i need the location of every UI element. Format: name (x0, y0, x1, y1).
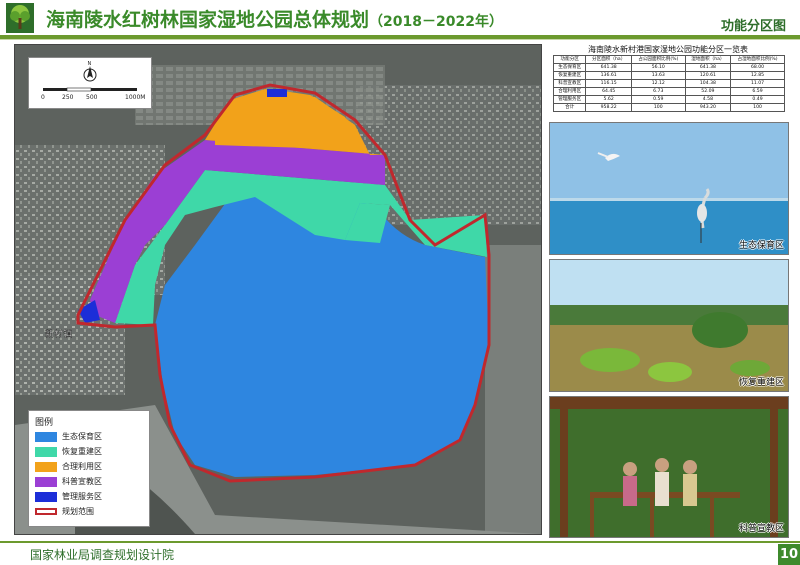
table-cell: 生态保育区 (552, 63, 587, 72)
table-cell: 943.20 (684, 103, 732, 112)
photo-caption: 生态保育区 (738, 241, 784, 251)
zoning-map: 新村镇 N 0 250 500 1000M 图例 生态保育区 恢复重建区 合理利… (14, 44, 542, 535)
table-cell: 12.12 (630, 79, 686, 88)
legend-label: 恢复重建区 (62, 447, 102, 456)
legend-item-education: 科普宣教区 (35, 476, 102, 487)
egret-photo-image (550, 123, 788, 254)
legend-item-management: 管理服务区 (35, 491, 102, 502)
zoning-table-panel: 海南陵水新村港国家湿地公园功能分区一览表 功能分区 分区面积（ha） 占公园面积… (549, 44, 787, 118)
legend-swatch (35, 446, 57, 457)
table-cell: 958.22 (585, 103, 632, 112)
zone-management-north (267, 89, 287, 97)
table-cell: 4.58 (684, 95, 732, 104)
legend-swatch (35, 491, 57, 502)
header-rule-thin (0, 39, 800, 40)
table-row: 科普宣教区 116.15 12.12 104.38 11.07 (552, 79, 785, 88)
scale-tick-250: 250 (62, 94, 74, 101)
table-cell: 6.59 (730, 87, 785, 96)
table-row-total: 合计 958.22 100 943.20 100 (552, 103, 785, 112)
page-title: 海南陵水红树林国家湿地公园总体规划（2018－2022年） (46, 5, 503, 32)
table-header: 湿地面积（ha） (684, 55, 732, 64)
table-cell: 0.49 (730, 95, 785, 104)
header: 海南陵水红树林国家湿地公园总体规划（2018－2022年） 功能分区图 (0, 0, 800, 37)
legend-swatch (35, 508, 57, 515)
scale-tick-500: 500 (86, 94, 98, 101)
table-title: 海南陵水新村港国家湿地公园功能分区一览表 (588, 45, 748, 54)
table-cell: 恢复重建区 (552, 71, 587, 80)
section-title: 功能分区图 (720, 19, 786, 34)
legend-item-ecological: 生态保育区 (35, 431, 102, 442)
table-cell: 11.07 (730, 79, 785, 88)
table-cell: 120.61 (684, 71, 732, 80)
table-cell: 104.38 (684, 79, 732, 88)
table-cell: 56.10 (630, 63, 686, 72)
scale-tick-0: 0 (41, 94, 45, 101)
table-row: 生态保育区 641.38 56.10 641.38 68.00 (552, 63, 785, 72)
legend-swatch (35, 476, 57, 487)
town-label: 新村镇 (45, 328, 72, 340)
title-years: （2018－2022年） (369, 14, 503, 30)
birdwatching-photo-image (550, 397, 788, 537)
map-legend: 图例 生态保育区 恢复重建区 合理利用区 科普宣教区 管理服务区 规划范围 (28, 410, 150, 527)
footer-rule (0, 541, 800, 543)
legend-label: 规划范围 (62, 507, 94, 516)
photo-restoration: 恢复重建区 (549, 259, 789, 392)
legend-label: 科普宣教区 (62, 477, 102, 486)
table-header: 分区面积（ha） (585, 55, 632, 64)
table-cell: 管理服务区 (552, 95, 587, 104)
table-cell: 合计 (552, 103, 587, 112)
tree-logo-icon (6, 3, 34, 33)
legend-swatch (35, 461, 57, 472)
table-cell: 5.62 (585, 95, 632, 104)
legend-swatch (35, 431, 57, 442)
sea-east (485, 245, 541, 534)
table-cell: 641.38 (585, 63, 632, 72)
north-label: N (88, 61, 92, 67)
table-cell: 科普宣教区 (552, 79, 587, 88)
table-row: 恢复重建区 136.61 13.63 120.61 12.85 (552, 71, 785, 80)
table-header-row: 功能分区 分区面积（ha） 占公园面积比例(%) 湿地面积（ha） 占湿地面积比… (552, 55, 785, 64)
legend-label: 生态保育区 (62, 432, 102, 441)
table-cell: 136.61 (585, 71, 632, 80)
table-cell: 13.63 (630, 71, 686, 80)
table-cell: 52.09 (684, 87, 732, 96)
legend-label: 管理服务区 (62, 492, 102, 501)
table-cell: 合理利用区 (552, 87, 587, 96)
table-cell: 0.59 (630, 95, 686, 104)
photo-ecological-conservation: 生态保育区 (549, 122, 789, 255)
table-header: 占公园面积比例(%) (630, 55, 686, 64)
photo-science-education: 科普宣教区 (549, 396, 789, 538)
table-cell: 12.85 (730, 71, 785, 80)
legend-title: 图例 (35, 418, 54, 428)
north-arrow-scalebar: N 0 250 500 1000M (28, 57, 152, 109)
table-cell: 100 (630, 103, 686, 112)
table-cell: 100 (730, 103, 785, 112)
scale-tick-1000: 1000M (125, 94, 145, 101)
north-arrow-icon: N 0 250 500 1000M (41, 61, 145, 101)
table-header: 占湿地面积比例(%) (730, 55, 785, 64)
table-cell: 68.00 (730, 63, 785, 72)
table-cell: 6.73 (630, 87, 686, 96)
table-row: 管理服务区 5.62 0.59 4.58 0.49 (552, 95, 785, 104)
zoning-table: 功能分区 分区面积（ha） 占公园面积比例(%) 湿地面积（ha） 占湿地面积比… (552, 55, 785, 112)
legend-item-utilization: 合理利用区 (35, 461, 102, 472)
title-main: 海南陵水红树林国家湿地公园总体规划 (46, 9, 370, 31)
table-row: 合理利用区 64.45 6.73 52.09 6.59 (552, 87, 785, 96)
mangrove-photo-image (550, 260, 788, 391)
photo-caption: 恢复重建区 (738, 378, 784, 388)
legend-item-boundary: 规划范围 (35, 506, 94, 517)
footer-organization: 国家林业局调查规划设计院 (30, 548, 175, 562)
table-cell: 116.15 (585, 79, 632, 88)
table-cell: 641.38 (684, 63, 732, 72)
table-header: 功能分区 (552, 55, 587, 64)
table-cell: 64.45 (585, 87, 632, 96)
page-number: 10 (778, 544, 800, 565)
photo-caption: 科普宣教区 (738, 524, 784, 534)
legend-item-restoration: 恢复重建区 (35, 446, 102, 457)
legend-label: 合理利用区 (62, 462, 102, 471)
